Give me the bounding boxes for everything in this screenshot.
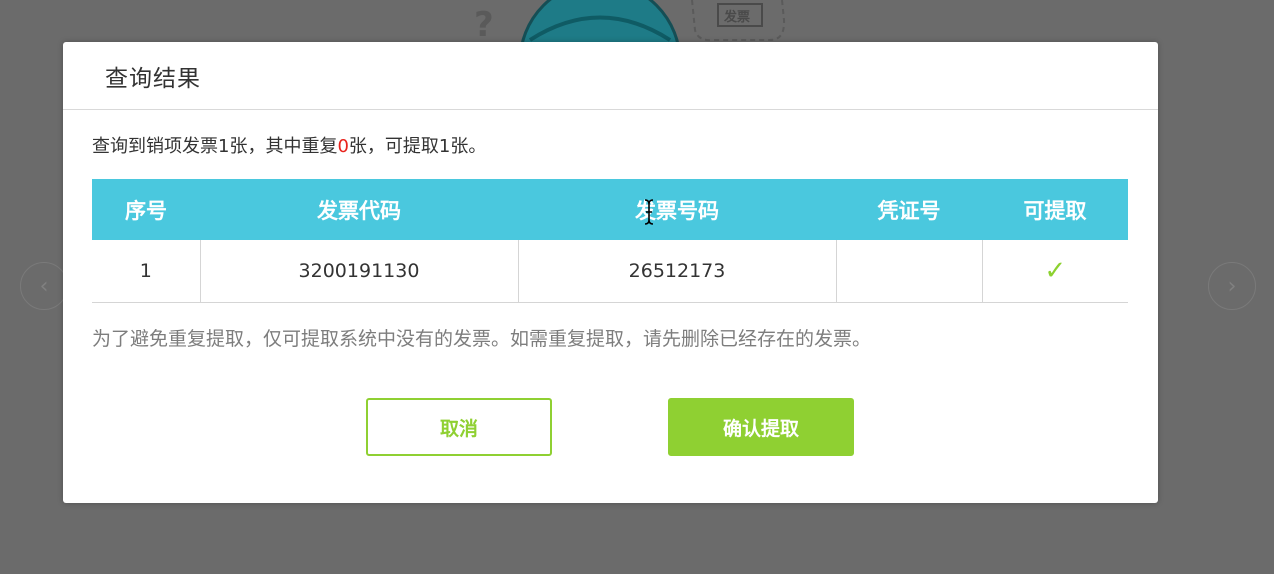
prev-slide-arrow-icon: ‹ [20,262,68,310]
check-icon: ✓ [1044,255,1067,286]
column-header-extractable: 可提取 [982,179,1128,240]
table-row: 1 3200191130 26512173 ✓ [92,240,1128,303]
svg-text:?: ? [474,5,494,45]
background-badge-label: 发票 [723,9,750,25]
duplicate-count: 0 [337,136,349,157]
column-header-voucher-no: 凭证号 [836,179,982,240]
text-cursor-icon [644,199,654,225]
query-summary: 查询到销项发票1张，其中重复0张，可提取1张。 [92,132,486,158]
summary-prefix: 查询到销项发票1张，其中重复 [92,136,338,157]
column-header-index: 序号 [92,179,200,240]
cell-invoice-number: 26512173 [518,240,837,303]
cancel-button[interactable]: 取消 [366,398,552,456]
cell-invoice-code: 3200191130 [200,240,519,303]
query-result-dialog: 查询结果 查询到销项发票1张，其中重复0张，可提取1张。 序号 发票代码 发票号… [63,42,1158,503]
confirm-extract-button[interactable]: 确认提取 [668,398,854,456]
dialog-title: 查询结果 [105,65,201,92]
next-slide-arrow-icon: › [1208,262,1256,310]
column-header-invoice-number: 发票号码 [518,179,836,240]
duplicate-notice: 为了避免重复提取，仅可提取系统中没有的发票。如需重复提取，请先删除已经存在的发票… [92,328,872,350]
table-header-row: 序号 发票代码 发票号码 凭证号 可提取 [92,179,1128,240]
invoice-result-table: 序号 发票代码 发票号码 凭证号 可提取 1 3200191130 265121… [92,179,1128,303]
dialog-header: 查询结果 [63,42,1158,110]
cell-index: 1 [92,240,201,303]
cell-extractable: ✓ [982,240,1128,303]
column-header-invoice-code: 发票代码 [200,179,518,240]
summary-suffix: 张，可提取1张。 [348,136,487,157]
cell-voucher-no [836,240,983,303]
